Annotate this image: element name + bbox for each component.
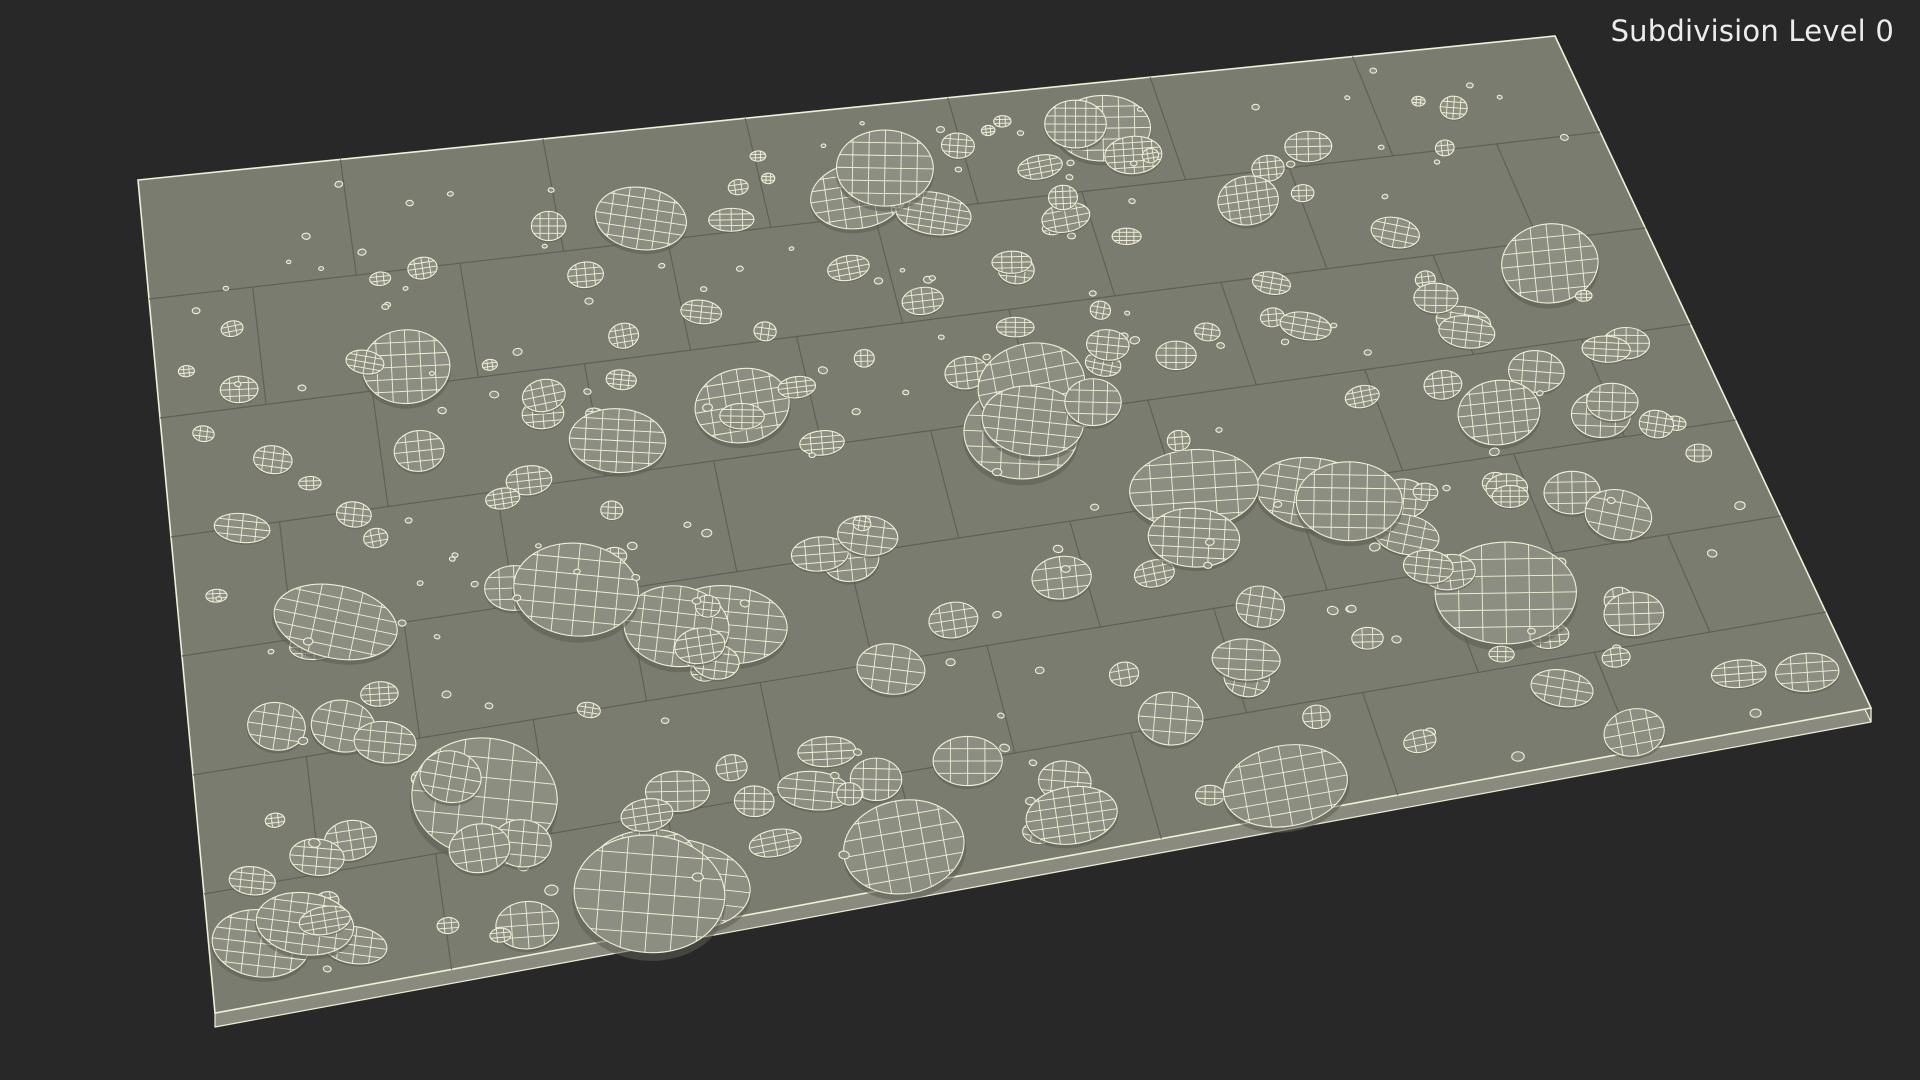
- bump-mesh: [1363, 349, 1372, 356]
- bump-mesh: [397, 619, 407, 627]
- bump-mesh: [297, 384, 307, 392]
- bump-mesh: [1685, 443, 1713, 464]
- bump-mesh: [1491, 484, 1529, 510]
- tiled-floor-wireframe-model: [137, 35, 1873, 1028]
- bump-mesh: [808, 452, 816, 459]
- bump-mesh: [1433, 159, 1441, 165]
- bump-mesh: [699, 286, 708, 293]
- subdivision-level-label: Subdivision Level 0: [1610, 14, 1894, 48]
- bump-mesh: [1286, 160, 1296, 168]
- bump-mesh: [935, 126, 946, 134]
- bump-mesh: [954, 166, 963, 173]
- bump-mesh: [1044, 99, 1107, 152]
- bump-mesh: [1215, 427, 1223, 433]
- bump-mesh: [820, 143, 827, 149]
- bump-mesh: [1088, 290, 1097, 297]
- bump-mesh: [381, 303, 390, 310]
- bump-mesh: [1136, 106, 1144, 112]
- bump-mesh: [1129, 160, 1138, 167]
- bump-mesh: [1067, 232, 1076, 240]
- bump-mesh: [1377, 144, 1385, 150]
- bump-mesh: [1203, 561, 1213, 569]
- bump-mesh: [1330, 322, 1338, 329]
- bump-mesh: [1128, 198, 1136, 205]
- bump-mesh: [1527, 627, 1536, 635]
- bump-mesh: [428, 371, 435, 376]
- bump-mesh: [541, 243, 548, 249]
- bump-mesh: [1090, 503, 1100, 511]
- bump-mesh: [658, 262, 666, 269]
- bump-mesh: [788, 246, 795, 251]
- bump-mesh: [735, 265, 744, 272]
- bump-mesh: [1442, 484, 1451, 492]
- bump-mesh: [991, 467, 1003, 477]
- bump-mesh: [547, 187, 555, 193]
- bump-mesh: [191, 307, 201, 315]
- bump-mesh: [215, 596, 223, 602]
- bump-mesh: [301, 232, 311, 240]
- bump-mesh: [1346, 604, 1357, 613]
- bump-mesh: [222, 285, 230, 291]
- bump-mesh: [1155, 340, 1197, 372]
- bump-mesh: [937, 334, 945, 340]
- bump-mesh: [1124, 310, 1131, 316]
- bump-mesh: [995, 316, 1035, 339]
- bump-mesh: [932, 735, 1003, 790]
- bump-mesh: [535, 543, 542, 549]
- bump-mesh: [1251, 103, 1260, 111]
- bump-mesh: [1280, 338, 1290, 346]
- bump-mesh: [1066, 159, 1075, 167]
- bump-mesh: [1465, 82, 1474, 89]
- bump-mesh: [405, 199, 414, 207]
- bump-mesh: [851, 408, 861, 416]
- bump-mesh: [660, 717, 670, 725]
- bump-mesh: [584, 297, 594, 305]
- bump-mesh: [267, 648, 275, 655]
- viewport-3d[interactable]: Subdivision Level 0: [0, 0, 1920, 1080]
- bump-mesh: [318, 266, 325, 271]
- bump-mesh: [899, 267, 906, 273]
- bump-mesh: [433, 634, 441, 640]
- bump-mesh: [1111, 227, 1142, 246]
- bump-mesh: [626, 541, 638, 551]
- bump-mesh: [1369, 67, 1378, 74]
- bump-mesh: [285, 259, 292, 265]
- bump-mesh: [859, 121, 865, 126]
- bump-mesh: [1216, 342, 1225, 349]
- bump-mesh: [902, 389, 910, 396]
- bump-mesh: [530, 210, 567, 243]
